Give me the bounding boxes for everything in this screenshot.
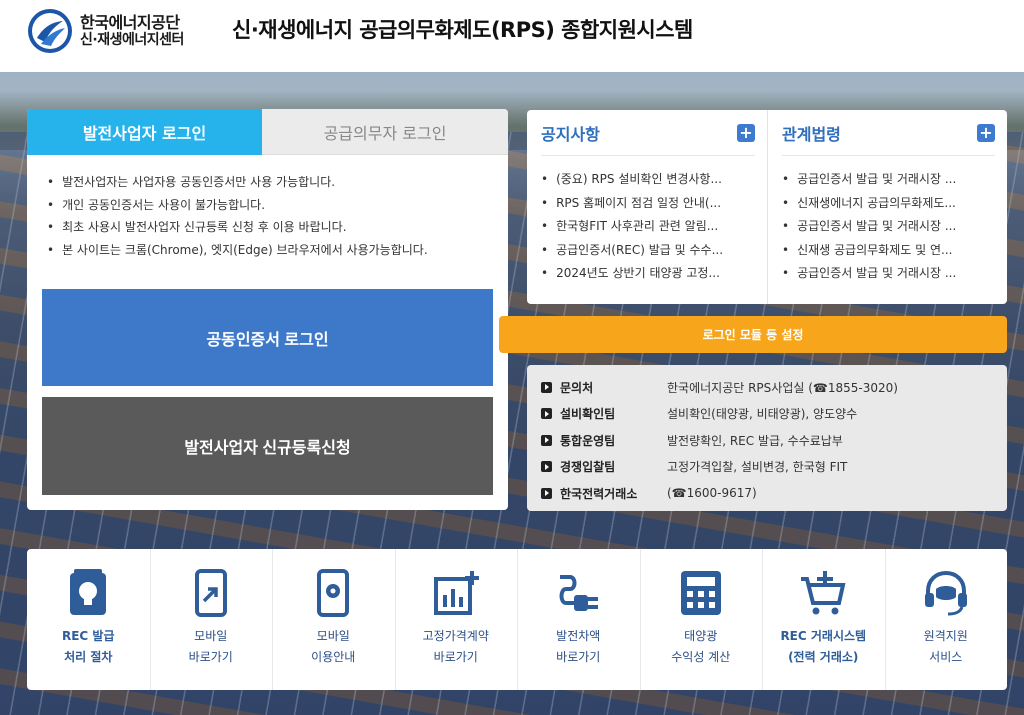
- login-notice-item: 본 사이트는 크롬(Chrome), 엣지(Edge) 브라우저에서 사용가능합…: [47, 239, 508, 262]
- contact-label: 설비확인팀: [560, 407, 616, 422]
- notice-board-header: 공지사항 +: [541, 110, 755, 156]
- contact-panel: 문의처 한국에너지공단 RPS사업실 (☎1855-3020) 설비확인팀 설비…: [527, 365, 1007, 511]
- login-notice-list: 발전사업자는 사업자용 공동인증서만 사용 가능합니다. 개인 공동인증서는 사…: [27, 155, 508, 261]
- shortcut-rec-process[interactable]: REC 발급 처리 절차: [27, 549, 150, 690]
- contact-row: 한국전력거래소 (☎1600-9617): [541, 480, 1007, 507]
- contact-row: 통합운영팀 발전량확인, REC 발급, 수수료납부: [541, 427, 1007, 454]
- center-name: 신·재생에너지센터: [80, 32, 184, 49]
- law-board-header: 관계법령 +: [782, 110, 995, 156]
- chart-plus-icon: [430, 567, 482, 619]
- contact-label: 문의처: [560, 380, 594, 395]
- shortcut-rec-trading[interactable]: REC 거래시스템 (전력 거래소): [762, 549, 885, 690]
- contact-label: 통합운영팀: [560, 433, 616, 448]
- contact-row: 경쟁입찰팀 고정가격입찰, 설비변경, 한국형 FIT: [541, 454, 1007, 481]
- mobile-gear-icon: [307, 567, 359, 619]
- contact-value: 한국에너지공단 RPS사업실 (☎1855-3020): [667, 380, 898, 395]
- law-item[interactable]: 공급인증서 발급 및 거래시장 ...: [782, 168, 995, 192]
- login-notice-item: 최초 사용시 발전사업자 신규등록 신청 후 이용 바랍니다.: [47, 216, 508, 239]
- login-notice-item: 개인 공동인증서는 사용이 불가능합니다.: [47, 194, 508, 217]
- shortcut-label: 고정가격계약 바로가기: [422, 629, 489, 664]
- new-registration-button[interactable]: 발전사업자 신규등록신청: [42, 397, 493, 495]
- law-board-title[interactable]: 관계법령: [782, 121, 841, 145]
- arrow-bullet-icon: [541, 487, 552, 499]
- shortcut-label: REC 발급 처리 절차: [61, 629, 115, 664]
- shortcut-remote-support[interactable]: 원격지원 서비스: [884, 549, 1008, 690]
- shortcut-solar-calc[interactable]: 태양광 수익성 계산: [639, 549, 763, 690]
- site-title: 신·재생에너지 공급의무화제도(RPS) 종합지원시스템: [232, 18, 693, 42]
- law-list: 공급인증서 발급 및 거래시장 ... 신재생에너지 공급의무화제도... 공급…: [782, 156, 995, 286]
- law-item[interactable]: 신재생 공급의무화제도 및 연...: [782, 239, 995, 263]
- header: 한국에너지공단 신·재생에너지센터 신·재생에너지 공급의무화제도(RPS) 종…: [0, 0, 1024, 72]
- notice-item[interactable]: RPS 홈페이지 점검 일정 안내(...: [541, 192, 755, 216]
- notice-item[interactable]: 공급인증서(REC) 발급 및 수수...: [541, 239, 755, 263]
- shortcut-price-diff[interactable]: 발전차액 바로가기: [517, 549, 640, 690]
- login-notice-item: 발전사업자는 사업자용 공동인증서만 사용 가능합니다.: [47, 171, 508, 194]
- calculator-icon: [675, 567, 727, 619]
- tab-supplier-login[interactable]: 공급의무자 로그인: [262, 109, 508, 155]
- contact-value: 발전량확인, REC 발급, 수수료납부: [667, 433, 843, 448]
- contact-row: 문의처 한국에너지공단 RPS사업실 (☎1855-3020): [541, 374, 1007, 401]
- contact-label: 한국전력거래소: [560, 486, 638, 501]
- shortcut-bar: REC 발급 처리 절차 모바일 바로가기 모바일 이용안내 고정가격계약 바로…: [27, 549, 1007, 690]
- notice-item[interactable]: (중요) RPS 설비확인 변경사항...: [541, 168, 755, 192]
- arrow-bullet-icon: [541, 434, 552, 446]
- arrow-bullet-icon: [541, 461, 552, 473]
- contact-label: 경쟁입찰팀: [560, 460, 616, 475]
- law-item[interactable]: 공급인증서 발급 및 거래시장 ...: [782, 262, 995, 286]
- tab-generator-login[interactable]: 발전사업자 로그인: [27, 109, 262, 155]
- arrow-bullet-icon: [541, 381, 552, 393]
- arrow-bullet-icon: [541, 408, 552, 420]
- org-name: 한국에너지공단: [80, 12, 180, 32]
- logo[interactable]: 한국에너지공단 신·재생에너지센터: [27, 7, 217, 55]
- cert-login-button[interactable]: 공동인증서 로그인: [42, 289, 493, 386]
- cart-icon: [797, 567, 849, 619]
- shortcut-fixed-price[interactable]: 고정가격계약 바로가기: [394, 549, 518, 690]
- shortcut-label: 모바일 이용안내: [311, 629, 356, 664]
- plug-icon: [552, 567, 604, 619]
- contact-value: 고정가격입찰, 설비변경, 한국형 FIT: [667, 460, 848, 475]
- notice-item[interactable]: 한국형FIT 사후관리 관련 알림...: [541, 215, 755, 239]
- headset-icon: [920, 567, 972, 619]
- shortcut-mobile-link[interactable]: 모바일 바로가기: [149, 549, 273, 690]
- shortcut-label: 원격지원 서비스: [923, 629, 968, 664]
- contact-value: 설비확인(태양광, 비태양광), 양도양수: [667, 407, 858, 422]
- notice-list: (중요) RPS 설비확인 변경사항... RPS 홈페이지 점검 일정 안내(…: [541, 156, 755, 286]
- login-panel: 발전사업자 로그인 공급의무자 로그인 발전사업자는 사업자용 공동인증서만 사…: [27, 109, 508, 510]
- law-more-plus-icon[interactable]: +: [977, 123, 995, 142]
- bulb-doc-icon: [62, 567, 114, 619]
- notice-board: 공지사항 + (중요) RPS 설비확인 변경사항... RPS 홈페이지 점검…: [527, 110, 767, 304]
- shortcut-mobile-guide[interactable]: 모바일 이용안내: [272, 549, 395, 690]
- notice-more-plus-icon[interactable]: +: [737, 123, 755, 142]
- shortcut-label: 모바일 바로가기: [188, 629, 233, 664]
- contact-row: 설비확인팀 설비확인(태양광, 비태양광), 양도양수: [541, 401, 1007, 428]
- shortcut-label: 태양광 수익성 계산: [671, 629, 731, 664]
- logo-text: 한국에너지공단 신·재생에너지센터: [80, 12, 184, 49]
- shortcut-label: REC 거래시스템 (전력 거래소): [780, 629, 867, 664]
- law-board: 관계법령 + 공급인증서 발급 및 거래시장 ... 신재생에너지 공급의무화제…: [767, 110, 1007, 304]
- login-tabs: 발전사업자 로그인 공급의무자 로그인: [27, 109, 508, 155]
- contact-value: (☎1600-9617): [667, 486, 757, 501]
- notice-item[interactable]: 2024년도 상반기 태양광 고정...: [541, 262, 755, 286]
- login-module-setup-button[interactable]: 로그인 모듈 등 설정: [499, 316, 1007, 353]
- energy-agency-logo-icon: [28, 9, 72, 53]
- law-item[interactable]: 신재생에너지 공급의무화제도...: [782, 192, 995, 216]
- shortcut-label: 발전차액 바로가기: [556, 629, 601, 664]
- mobile-link-icon: [185, 567, 237, 619]
- boards-panel: 공지사항 + (중요) RPS 설비확인 변경사항... RPS 홈페이지 점검…: [527, 110, 1007, 304]
- notice-board-title[interactable]: 공지사항: [541, 121, 600, 145]
- law-item[interactable]: 공급인증서 발급 및 거래시장 ...: [782, 215, 995, 239]
